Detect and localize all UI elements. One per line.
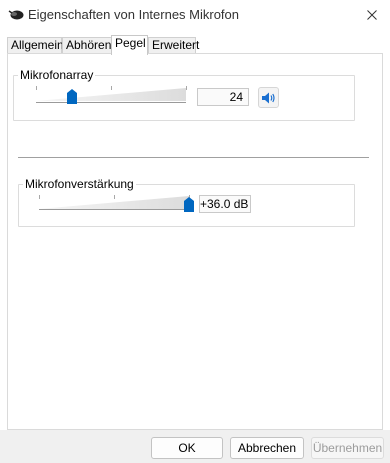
tab-panel-pegel: Mikrofonarray 24 Mikrofonverstärkung +36… [7, 53, 383, 430]
level-slider-thumb[interactable] [67, 89, 77, 104]
boost-slider[interactable] [37, 192, 197, 216]
boost-tick [114, 195, 115, 199]
boost-tick [39, 195, 40, 199]
apply-button[interactable]: Übernehmen [311, 437, 384, 459]
tab-allgemein[interactable]: Allgemein [7, 37, 64, 54]
close-icon [367, 10, 377, 20]
level-slider-rail [36, 102, 186, 103]
boost-slider-thumb[interactable] [184, 197, 194, 212]
tab-abhoeren[interactable]: Abhören [62, 37, 112, 54]
microphone-icon [8, 8, 24, 22]
mute-button[interactable] [258, 87, 279, 108]
cancel-button[interactable]: Abbrechen [230, 437, 304, 459]
title-bar[interactable]: Eigenschaften von Internes Mikrofon [0, 0, 390, 30]
level-tick [36, 86, 37, 90]
level-group-label: Mikrofonarray [18, 68, 96, 82]
boost-slider-rail [39, 209, 189, 210]
boost-group-label: Mikrofonverstärkung [23, 177, 136, 191]
level-tick [186, 86, 187, 90]
boost-value: +36.0 dB [199, 195, 251, 213]
ok-button[interactable]: OK [151, 437, 223, 459]
section-divider [18, 157, 369, 158]
level-tick [111, 86, 112, 90]
close-button[interactable] [354, 0, 390, 30]
tab-pegel[interactable]: Pegel [111, 35, 148, 55]
level-value: 24 [197, 88, 249, 106]
window-title: Eigenschaften von Internes Mikrofon [28, 7, 240, 22]
level-slider[interactable] [34, 82, 189, 106]
tab-erweitert[interactable]: Erweitert [148, 37, 199, 54]
properties-dialog: Eigenschaften von Internes Mikrofon Allg… [0, 0, 390, 463]
speaker-volume-icon [262, 92, 275, 103]
